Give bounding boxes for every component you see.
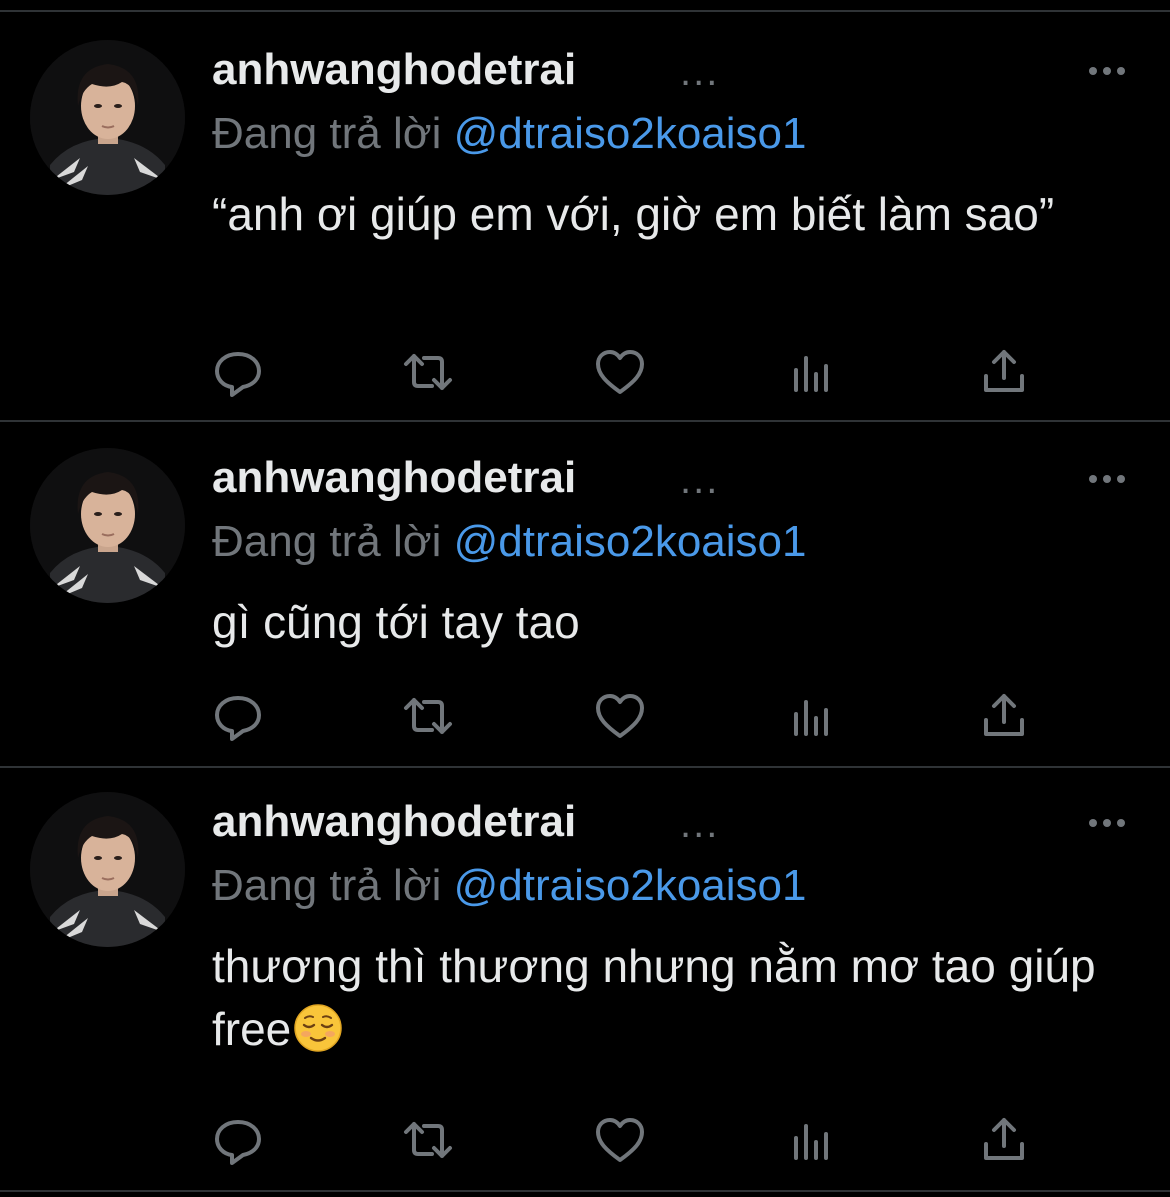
divider (0, 1190, 1170, 1192)
timeline: anhwanghodetrai ... Đang trả lời @dtrais… (0, 0, 1170, 1197)
reply-context: Đang trả lời @dtraiso2koaiso1 (212, 860, 806, 912)
reply-prefix: Đang trả lời (212, 109, 442, 158)
name-ellipsis: ... (680, 50, 720, 94)
username[interactable]: anhwanghodetrai (212, 796, 576, 848)
analytics-icon[interactable] (784, 344, 840, 400)
avatar[interactable] (30, 448, 185, 603)
like-icon[interactable] (592, 344, 648, 400)
tweet[interactable]: anhwanghodetrai ... Đang trả lời @dtrais… (0, 422, 1170, 766)
reply-icon[interactable] (210, 1112, 266, 1168)
tweet[interactable]: anhwanghodetrai ... Đang trả lời @dtrais… (0, 768, 1170, 1190)
tweet-text: “anh ơi giúp em với, giờ em biết làm sao… (212, 188, 1055, 240)
share-icon[interactable] (976, 344, 1032, 400)
more-options-icon[interactable] (1084, 464, 1130, 494)
retweet-icon[interactable] (400, 344, 456, 400)
tweet[interactable]: anhwanghodetrai ... Đang trả lời @dtrais… (0, 0, 1170, 420)
avatar[interactable] (30, 792, 185, 947)
action-bar (0, 344, 1170, 404)
reply-prefix: Đang trả lời (212, 517, 442, 566)
like-icon[interactable] (592, 688, 648, 744)
tweet-text: thương thì thương nhưng nằm mơ tao giúp … (212, 935, 1142, 1061)
name-ellipsis: ... (680, 802, 720, 846)
analytics-icon[interactable] (784, 688, 840, 744)
avatar[interactable] (30, 40, 185, 195)
reply-context: Đang trả lời @dtraiso2koaiso1 (212, 516, 806, 568)
share-icon[interactable] (976, 688, 1032, 744)
more-options-icon[interactable] (1084, 808, 1130, 838)
username[interactable]: anhwanghodetrai (212, 452, 576, 504)
reply-icon[interactable] (210, 688, 266, 744)
analytics-icon[interactable] (784, 1112, 840, 1168)
retweet-icon[interactable] (400, 1112, 456, 1168)
like-icon[interactable] (592, 1112, 648, 1168)
name-ellipsis: ... (680, 458, 720, 502)
tweet-text: gì cũng tới tay tao (212, 596, 580, 648)
reply-context: Đang trả lời @dtraiso2koaiso1 (212, 108, 806, 160)
more-options-icon[interactable] (1084, 56, 1130, 86)
retweet-icon[interactable] (400, 688, 456, 744)
reply-handle-link[interactable]: @dtraiso2koaiso1 (454, 861, 807, 910)
reply-handle-link[interactable]: @dtraiso2koaiso1 (454, 109, 807, 158)
tweet-text-content: thương thì thương nhưng nằm mơ tao giúp … (212, 940, 1109, 1055)
share-icon[interactable] (976, 1112, 1032, 1168)
reply-prefix: Đang trả lời (212, 861, 442, 910)
username[interactable]: anhwanghodetrai (212, 44, 576, 96)
action-bar (0, 1112, 1170, 1172)
reply-icon[interactable] (210, 344, 266, 400)
action-bar (0, 688, 1170, 748)
relieved-face-emoji-icon (293, 1003, 343, 1053)
reply-handle-link[interactable]: @dtraiso2koaiso1 (454, 517, 807, 566)
